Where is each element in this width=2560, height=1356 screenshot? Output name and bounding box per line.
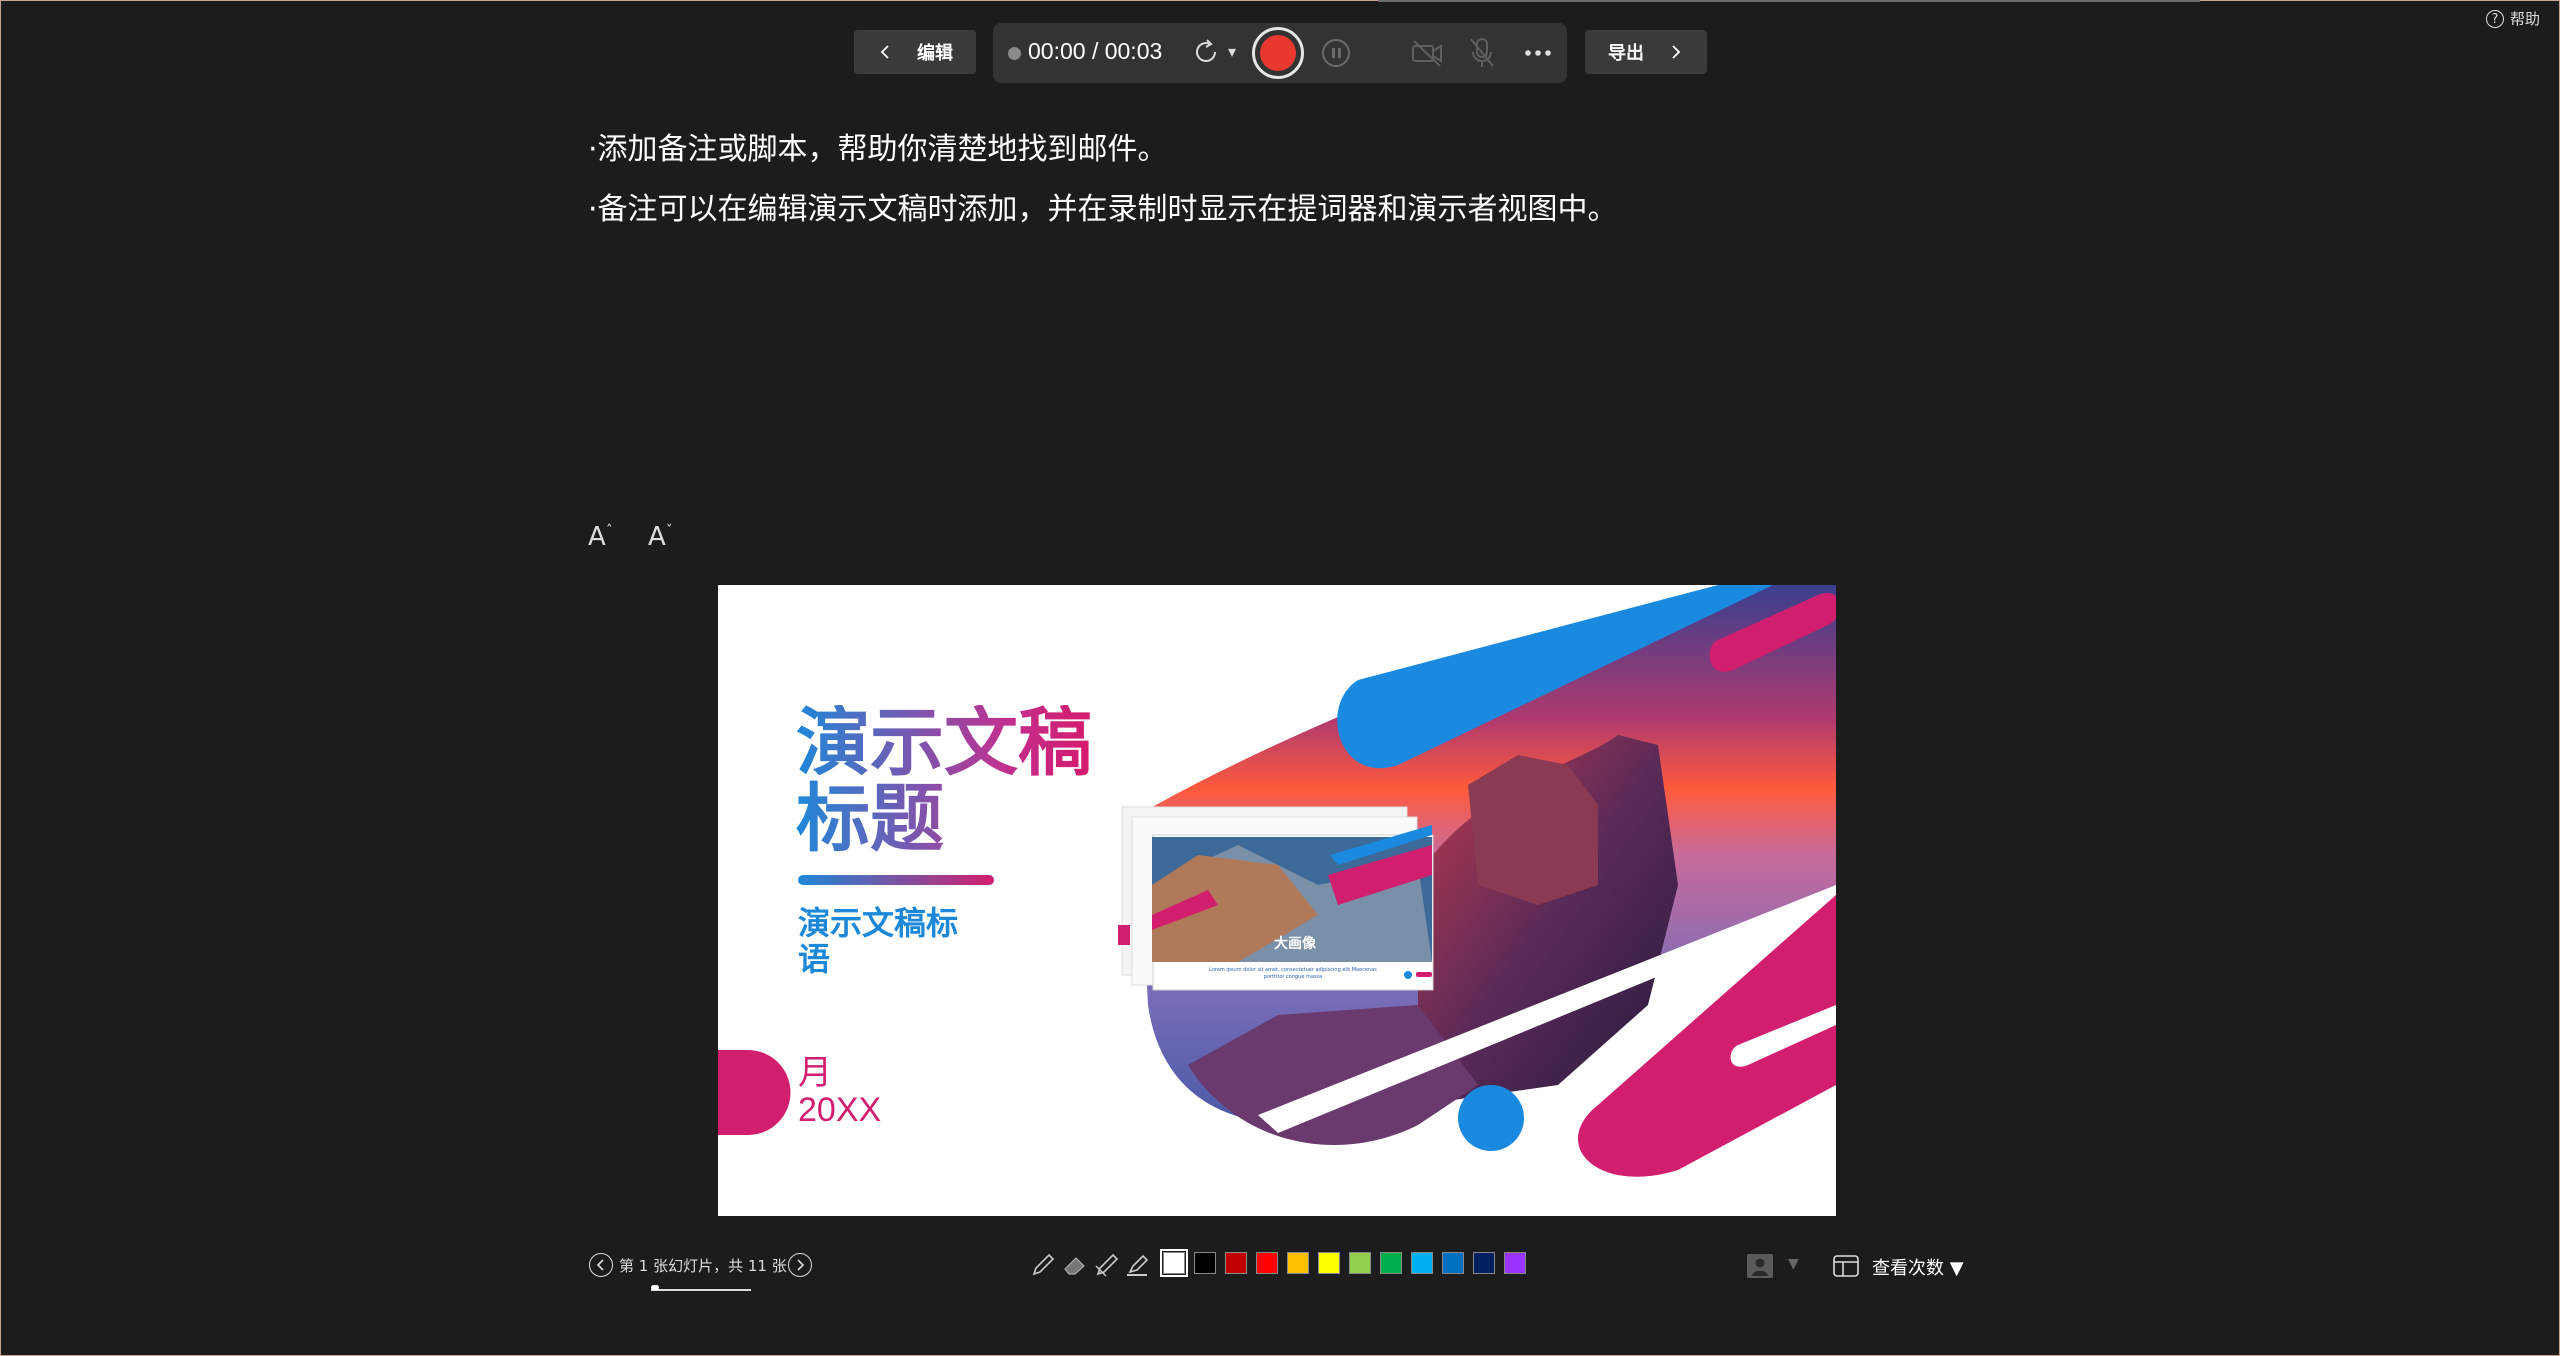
record-icon xyxy=(1260,35,1296,71)
thumbnail-caption: 大画像 xyxy=(1274,936,1316,952)
next-slide-button[interactable] xyxy=(788,1253,812,1277)
slide-subtitle: 演示文稿标语 xyxy=(798,905,959,977)
help-icon: ? xyxy=(2486,9,2504,28)
slide-month: 月 xyxy=(798,1054,832,1092)
decrease-font-glyph: A xyxy=(648,522,666,552)
color-swatch-black[interactable] xyxy=(1194,1252,1216,1274)
decrease-font-button[interactable]: Aˇ xyxy=(648,522,673,552)
slide-progress-bar[interactable] xyxy=(651,1286,751,1291)
color-swatch-dark-blue[interactable] xyxy=(1473,1252,1495,1274)
eraser-icon[interactable] xyxy=(1062,1252,1088,1278)
recording-status-dot xyxy=(1008,47,1021,60)
edit-button-label: 编辑 xyxy=(917,43,953,64)
color-swatch-yellow[interactable] xyxy=(1318,1252,1340,1274)
top-accent-line xyxy=(1378,0,2200,2)
slide-title: 演示文稿标题 xyxy=(796,705,1096,857)
retake-dropdown-caret[interactable]: ▾ xyxy=(1228,42,1236,61)
slide-preview: 演示文稿标题 演示文稿标语 月 20XX 大画像 Lorem ipsum dol… xyxy=(718,585,1836,1216)
chevron-left-icon xyxy=(880,45,889,59)
laser-pointer-icon[interactable] xyxy=(1094,1252,1120,1278)
color-swatch-purple[interactable] xyxy=(1504,1252,1526,1274)
presenter-camera-icon[interactable] xyxy=(1745,1252,1775,1280)
color-swatch-orange[interactable] xyxy=(1287,1252,1309,1274)
previous-slide-button[interactable] xyxy=(589,1253,613,1277)
edit-button[interactable]: 编辑 xyxy=(854,30,976,74)
pause-button[interactable] xyxy=(1322,39,1350,67)
slide-counter: 第 1 张幻灯片，共 11 张 xyxy=(619,1257,787,1275)
notes-line-2: ·备注可以在编辑演示文稿时添加，并在录制时显示在提词器和演示者视图中。 xyxy=(588,192,1618,227)
slide-progress-thumb[interactable] xyxy=(651,1285,659,1290)
thumbnail-text: Lorem ipsum dolor sit amet, consectetuer… xyxy=(1209,967,1377,980)
color-swatch-blue[interactable] xyxy=(1442,1252,1464,1274)
export-button[interactable]: 导出 xyxy=(1585,30,1707,74)
views-dropdown[interactable]: 查看次数 ▼ xyxy=(1872,1254,1964,1280)
more-options-icon[interactable] xyxy=(1522,38,1554,68)
highlighter-icon[interactable] xyxy=(1125,1252,1151,1278)
retake-icon[interactable] xyxy=(1190,36,1222,68)
microphone-off-icon[interactable] xyxy=(1468,36,1496,70)
color-swatch-red[interactable] xyxy=(1256,1252,1278,1274)
recording-timer: 00:00 / 00:03 xyxy=(1028,38,1163,64)
decrease-font-mark: ˇ xyxy=(665,523,673,540)
help-label: 帮助 xyxy=(2510,10,2541,28)
chevron-left-icon xyxy=(596,1259,604,1271)
record-button[interactable] xyxy=(1252,27,1304,79)
increase-font-mark: ˆ xyxy=(605,523,613,540)
increase-font-glyph: A xyxy=(588,522,606,552)
color-swatch-light-green[interactable] xyxy=(1349,1252,1371,1274)
help-link[interactable]: ? 帮助 xyxy=(2486,8,2540,29)
color-swatch-white[interactable] xyxy=(1160,1249,1188,1277)
view-layout-icon[interactable] xyxy=(1832,1254,1860,1278)
chevron-right-icon xyxy=(797,1259,805,1271)
color-swatch-green[interactable] xyxy=(1380,1252,1402,1274)
notes-line-1: ·添加备注或脚本，帮助你清楚地找到邮件。 xyxy=(588,132,1168,167)
pen-icon[interactable] xyxy=(1030,1252,1056,1278)
presenter-dropdown-caret[interactable]: ▼ xyxy=(1788,1256,1799,1272)
color-swatch-light-blue[interactable] xyxy=(1411,1252,1433,1274)
camera-off-icon[interactable] xyxy=(1410,38,1444,68)
slide-artwork xyxy=(718,585,1836,1177)
chevron-right-icon xyxy=(1672,45,1681,59)
color-swatch-dark-red[interactable] xyxy=(1225,1252,1247,1274)
slide-year: 20XX xyxy=(798,1091,882,1129)
export-button-label: 导出 xyxy=(1608,43,1644,64)
increase-font-button[interactable]: Aˆ xyxy=(588,522,613,552)
